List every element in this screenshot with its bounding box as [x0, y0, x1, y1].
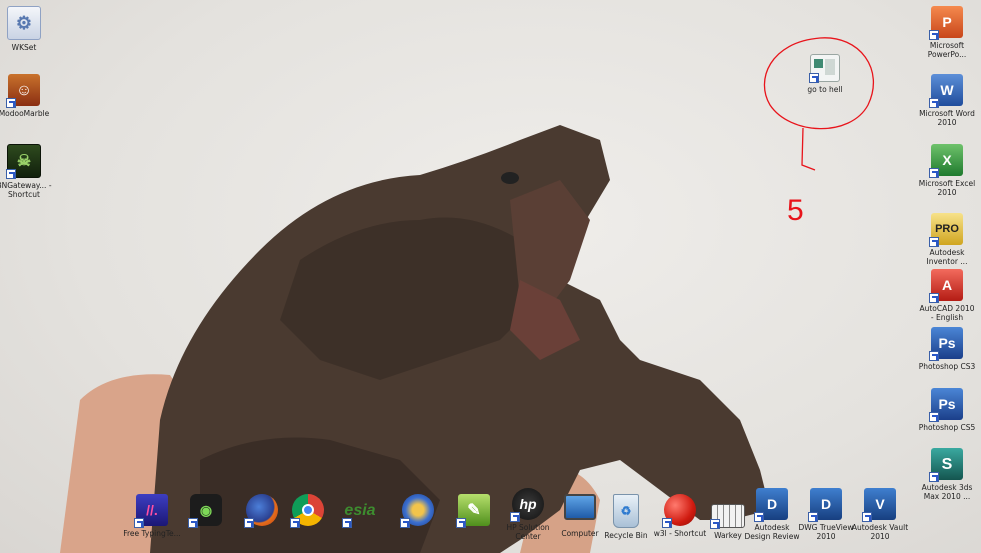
desktop-icon-green-app[interactable]: ✎: [444, 494, 504, 529]
desktop-icon-label: DWG TrueView 2010: [798, 523, 854, 541]
desktop-icon-photoshop-cs3[interactable]: Ps Photoshop CS3: [917, 327, 977, 371]
photoshop-icon: Ps: [929, 327, 963, 361]
desktop-icon-label: Free TypingTe...: [123, 529, 181, 538]
design-review-icon: D: [754, 488, 788, 522]
hp-icon: hp: [510, 488, 544, 522]
shortcut-arrow-icon: [400, 518, 410, 528]
shortcut-arrow-icon: [929, 472, 939, 482]
shortcut-arrow-icon: [290, 518, 300, 528]
3dsmax-icon: S: [929, 448, 963, 482]
desktop-icon-bngateway[interactable]: ☠ BNGateway... - Shortcut: [0, 144, 54, 199]
desktop-icon-label: Autodesk Inventor ...: [926, 248, 968, 266]
game-monster-icon: ☠: [6, 144, 41, 179]
desktop-icon-3dsmax[interactable]: S Autodesk 3ds Max 2010 ...: [917, 448, 977, 501]
desktop-icon-webcam[interactable]: ◉: [176, 494, 236, 529]
shortcut-arrow-icon: [6, 169, 16, 179]
desktop-icon-go-to-hell[interactable]: go to hell: [795, 54, 855, 94]
desktop-icon-esia[interactable]: esia: [330, 494, 390, 529]
desktop-icon-label: go to hell: [807, 85, 843, 94]
red-ball-icon: [662, 494, 696, 528]
desktop-icon-circle-app[interactable]: [388, 494, 448, 529]
desktop-icon-inventor[interactable]: PRO Autodesk Inventor ...: [917, 213, 977, 266]
shortcut-arrow-icon: [929, 412, 939, 422]
shortcut-arrow-icon: [456, 518, 466, 528]
desktop-icon-autocad[interactable]: A AutoCAD 2010 - English: [917, 269, 977, 322]
desktop-icon-label: Autodesk 3ds Max 2010 ...: [921, 483, 973, 501]
desktop-icon-label: WKSet: [11, 43, 37, 52]
desktop-icon-recycle-bin[interactable]: ♻ Recycle Bin: [596, 494, 656, 540]
desktop-icon-label: Photoshop CS5: [918, 423, 976, 432]
program-window-icon: [809, 54, 840, 83]
shortcut-arrow-icon: [188, 518, 198, 528]
desktop-icon-label: Recycle Bin: [604, 531, 648, 540]
typing-icon: //.: [134, 494, 168, 528]
desktop-icon-label: Autodesk Vault 2010: [851, 523, 909, 541]
shortcut-arrow-icon: [929, 168, 939, 178]
vault-icon: V: [862, 488, 896, 522]
desktop-icon-free-typing[interactable]: //. Free TypingTe...: [122, 494, 182, 538]
desktop-icon-powerpoint[interactable]: P Microsoft PowerPo...: [917, 6, 977, 59]
photoshop-icon: Ps: [929, 388, 963, 422]
shortcut-arrow-icon: [342, 518, 352, 528]
desktop-icon-photoshop-cs5[interactable]: Ps Photoshop CS5: [917, 388, 977, 432]
keyboard-icon: [710, 504, 745, 529]
shortcut-arrow-icon: [929, 98, 939, 108]
recycle-bin-icon: ♻: [613, 494, 639, 528]
desktop-icon-label: ModooMarble: [0, 109, 50, 118]
webcam-icon: ◉: [188, 494, 222, 528]
excel-icon: X: [929, 144, 963, 178]
shortcut-arrow-icon: [510, 512, 520, 522]
powerpoint-icon: P: [929, 6, 963, 40]
shortcut-arrow-icon: [808, 512, 818, 522]
desktop-icon-vault[interactable]: V Autodesk Vault 2010: [850, 488, 910, 541]
desktop-icon-excel[interactable]: X Microsoft Excel 2010: [917, 144, 977, 197]
desktop-icon-hp-solution-center[interactable]: hp HP Solution Center: [498, 488, 558, 541]
shortcut-arrow-icon: [809, 73, 819, 83]
desktop-icon-label: AutoCAD 2010 - English: [919, 304, 975, 322]
desktop-icon-label: Microsoft Word 2010: [919, 109, 975, 127]
green-app-icon: ✎: [456, 494, 490, 528]
desktop-icon-label: Autodesk Design Review: [744, 523, 800, 541]
shortcut-arrow-icon: [929, 293, 939, 303]
word-icon: W: [929, 74, 963, 108]
settings-icon: ⚙: [7, 6, 41, 40]
dwg-trueview-icon: D: [808, 488, 842, 522]
shortcut-arrow-icon: [929, 351, 939, 361]
desktop-icon-modoomarble[interactable]: ☺ ModooMarble: [0, 74, 54, 118]
game-character-icon: ☺: [6, 74, 40, 108]
desktop-icon-wkset[interactable]: ⚙ WKSet: [0, 6, 54, 52]
desktop-icon-dwg-trueview[interactable]: D DWG TrueView 2010: [796, 488, 856, 541]
firefox-icon: [244, 494, 278, 528]
autocad-icon: A: [929, 269, 963, 303]
circle-app-icon: [400, 494, 434, 528]
desktop-icon-label: Microsoft PowerPo...: [927, 41, 967, 59]
computer-icon: [564, 494, 596, 520]
desktop-background[interactable]: 5 ⚙ WKSet ☺ ModooMarble ☠ BNGateway... -…: [0, 0, 981, 553]
shortcut-arrow-icon: [244, 518, 254, 528]
shortcut-arrow-icon: [662, 518, 672, 528]
inventor-icon: PRO: [929, 213, 963, 247]
shortcut-arrow-icon: [134, 518, 144, 528]
shortcut-arrow-icon: [6, 98, 16, 108]
desktop-icon-label: Photoshop CS3: [918, 362, 976, 371]
chrome-icon: [290, 494, 324, 528]
desktop-icon-label: HP Solution Center: [506, 523, 550, 541]
shortcut-arrow-icon: [929, 237, 939, 247]
desktop-icon-word[interactable]: W Microsoft Word 2010: [917, 74, 977, 127]
shortcut-arrow-icon: [862, 512, 872, 522]
desktop-icon-chrome[interactable]: [278, 494, 338, 529]
desktop-icon-label: BNGateway... - Shortcut: [0, 181, 52, 199]
shortcut-arrow-icon: [929, 30, 939, 40]
shortcut-arrow-icon: [754, 512, 764, 522]
desktop-icon-design-review[interactable]: D Autodesk Design Review: [742, 488, 802, 541]
shortcut-arrow-icon: [710, 519, 720, 529]
desktop-icon-label: Microsoft Excel 2010: [918, 179, 976, 197]
esia-icon: esia: [342, 494, 376, 528]
